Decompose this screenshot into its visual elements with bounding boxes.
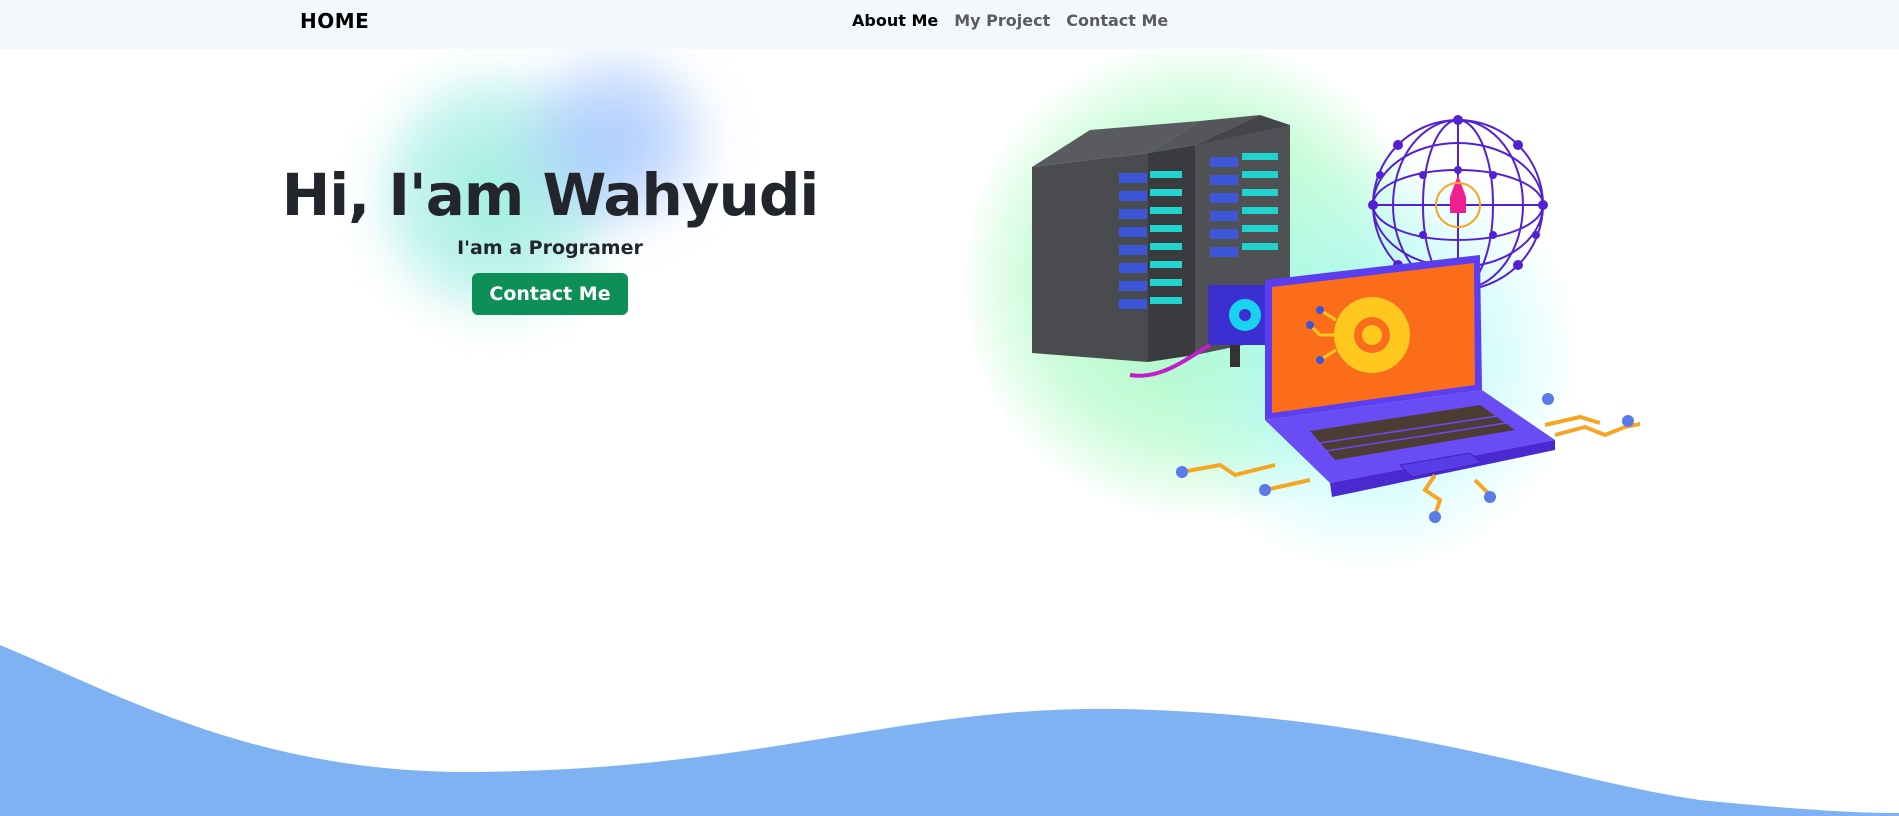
brand-home-link[interactable]: HOME [300,9,369,33]
page: HOME About Me My Project Contact Me Hi, … [0,0,1899,816]
contact-me-button[interactable]: Contact Me [472,273,628,315]
nav-link-contact-me[interactable]: Contact Me [1066,11,1168,30]
hero-section: Hi, I'am Wahyudi I'am a Programer Contac… [250,160,850,315]
nav-link-about-me[interactable]: About Me [852,11,938,30]
server-rack-icon [1032,115,1290,378]
nav-links: About Me My Project Contact Me [852,11,1168,30]
hero-subtitle: I'am a Programer [457,237,643,259]
laptop-icon [1265,255,1555,497]
bottom-wave-decoration [0,645,1899,816]
hero-title: Hi, I'am Wahyudi [281,161,820,229]
navbar: HOME About Me My Project Contact Me [0,0,1899,49]
server-laptop-network-illustration [1032,115,1640,523]
nav-link-my-project[interactable]: My Project [954,11,1050,30]
